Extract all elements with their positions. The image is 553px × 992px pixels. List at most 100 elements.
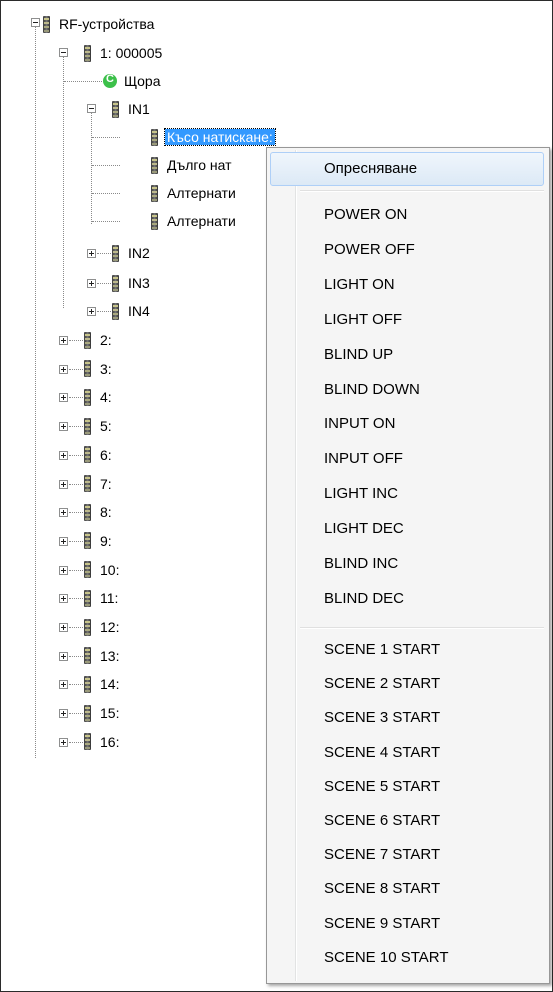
expand-icon[interactable] xyxy=(59,364,68,374)
device-icon xyxy=(151,128,158,146)
tree-node-device[interactable]: 10: xyxy=(84,561,119,579)
menu-item-command[interactable]: LIGHT DEC xyxy=(270,512,544,546)
expand-icon[interactable] xyxy=(87,307,96,316)
collapse-icon[interactable] xyxy=(31,18,40,27)
menu-item-label: SCENE 3 START xyxy=(324,709,441,727)
tree-node-in2[interactable]: IN2 xyxy=(112,244,150,262)
menu-item-label: SCENE 2 START xyxy=(324,675,441,693)
device-icon xyxy=(84,589,91,607)
menu-item-label: BLIND DOWN xyxy=(324,380,420,398)
menu-item-scene[interactable]: SCENE 7 START xyxy=(270,838,544,872)
tree-node-in3[interactable]: IN3 xyxy=(112,274,150,292)
expand-icon[interactable] xyxy=(59,536,68,546)
tree-node-device[interactable]: 15: xyxy=(84,704,119,722)
tree-node-device[interactable]: 12: xyxy=(84,618,119,636)
expand-icon[interactable] xyxy=(87,279,96,288)
tree-node-label: 4: xyxy=(100,389,112,406)
menu-item-scene[interactable]: SCENE 4 START xyxy=(270,736,544,770)
expand-icon[interactable] xyxy=(87,249,96,258)
menu-item-command[interactable]: BLIND INC xyxy=(270,547,544,581)
tree-node-device[interactable]: 4: xyxy=(84,388,112,406)
expand-icon[interactable] xyxy=(59,508,68,518)
expand-icon[interactable] xyxy=(59,336,68,345)
menu-item-scene[interactable]: SCENE 10 START xyxy=(270,941,544,975)
device-icon xyxy=(43,15,50,33)
device-icon xyxy=(151,184,158,202)
collapse-icon[interactable] xyxy=(59,48,68,57)
menu-separator xyxy=(300,627,544,629)
menu-item-label: SCENE 6 START xyxy=(324,812,441,829)
tree-node-device[interactable]: 5: xyxy=(84,417,112,435)
expand-icon[interactable] xyxy=(59,594,68,604)
tree-node-in4[interactable]: IN4 xyxy=(112,302,150,320)
tree-node-label: 14: xyxy=(100,676,120,693)
menu-item-refresh[interactable]: Опресняване xyxy=(270,152,544,186)
menu-item-command[interactable]: LIGHT OFF xyxy=(270,303,544,337)
menu-item-scene[interactable]: SCENE 8 START xyxy=(270,872,544,906)
expand-icon[interactable] xyxy=(59,709,68,719)
menu-item-scene[interactable]: SCENE 9 START xyxy=(270,907,544,941)
tree-node-label: Късо натискане: xyxy=(164,128,276,146)
menu-item-scene[interactable]: SCENE 2 START xyxy=(270,667,544,701)
expand-icon[interactable] xyxy=(59,393,68,403)
device-icon xyxy=(84,44,91,62)
menu-item-scene[interactable]: SCENE 1 START xyxy=(270,633,544,667)
expand-icon[interactable] xyxy=(59,450,68,460)
menu-item-command[interactable]: LIGHT ON xyxy=(270,268,544,302)
menu-item-command[interactable]: LIGHT INC xyxy=(270,477,544,511)
menu-item-label: SCENE 4 START xyxy=(324,743,441,761)
tree-node-label: 12: xyxy=(100,619,120,635)
device-icon xyxy=(84,647,91,665)
tree-node-root[interactable]: RF-устройства xyxy=(43,15,154,33)
menu-item-command[interactable]: POWER OFF xyxy=(270,233,544,267)
menu-item-command[interactable]: POWER ON xyxy=(270,198,544,232)
menu-item-scene[interactable]: SCENE 6 START xyxy=(270,804,544,838)
tree-node-label: 13: xyxy=(100,647,120,664)
tree-node-device[interactable]: 11: xyxy=(84,589,118,607)
menu-item-command[interactable]: INPUT OFF xyxy=(270,442,544,476)
menu-item-label: LIGHT OFF xyxy=(324,310,403,328)
device-icon xyxy=(84,618,91,636)
menu-item-command[interactable]: INPUT ON xyxy=(270,407,544,441)
menu-item-scene[interactable]: SCENE 5 START xyxy=(270,770,544,804)
tree-node-device[interactable]: 14: xyxy=(84,675,119,693)
expand-icon[interactable] xyxy=(59,422,68,432)
menu-item-label: BLIND DEC xyxy=(324,589,405,607)
menu-item-scene[interactable]: SCENE 3 START xyxy=(270,701,544,735)
tree-node-device[interactable]: 7: xyxy=(84,475,112,493)
menu-item-label: SCENE 7 START xyxy=(324,846,441,864)
tree-node-device[interactable]: 16: xyxy=(84,733,119,751)
tree-node-label: 9: xyxy=(100,532,112,549)
expand-icon[interactable] xyxy=(59,680,68,690)
expand-icon[interactable] xyxy=(59,479,68,489)
tree-node-device[interactable]: 13: xyxy=(84,647,119,665)
collapse-icon[interactable] xyxy=(87,104,96,113)
tree-node-device[interactable]: 8: xyxy=(84,503,112,521)
expand-icon[interactable] xyxy=(59,737,68,747)
tree-node-state[interactable]: Щора xyxy=(103,72,160,90)
tree-node-alternative-1[interactable]: Алтернати xyxy=(151,184,236,202)
tree-node-label: IN1 xyxy=(128,101,150,117)
tree-node-label: Щора xyxy=(124,73,161,89)
device-icon xyxy=(84,446,91,464)
tree-node-label: 1: 000005 xyxy=(100,45,163,61)
tree-node-label: RF-устройства xyxy=(59,16,155,32)
tree-node-device[interactable]: 9: xyxy=(84,532,112,550)
menu-item-command[interactable]: BLIND UP xyxy=(270,338,544,372)
tree-node-device[interactable]: 2: xyxy=(84,331,112,349)
menu-item-command[interactable]: BLIND DOWN xyxy=(270,373,544,407)
menu-item-label: SCENE 8 START xyxy=(324,880,441,898)
tree-node-long-press[interactable]: Дълго нат xyxy=(151,156,232,174)
tree-node-device[interactable]: 6: xyxy=(84,446,112,464)
tree-node-short-press[interactable]: Късо натискане: xyxy=(151,128,276,146)
expand-icon[interactable] xyxy=(59,651,68,661)
tree-node-device-1[interactable]: 1: 000005 xyxy=(84,44,162,62)
tree-node-in1[interactable]: IN1 xyxy=(112,100,150,118)
menu-item-label: INPUT OFF xyxy=(324,450,403,468)
menu-item-label: SCENE 9 START xyxy=(324,914,441,932)
expand-icon[interactable] xyxy=(59,565,68,575)
tree-node-alternative-2[interactable]: Алтернати xyxy=(151,212,236,230)
menu-item-command[interactable]: BLIND DEC xyxy=(270,582,544,616)
tree-node-device[interactable]: 3: xyxy=(84,360,112,378)
expand-icon[interactable] xyxy=(59,623,68,632)
